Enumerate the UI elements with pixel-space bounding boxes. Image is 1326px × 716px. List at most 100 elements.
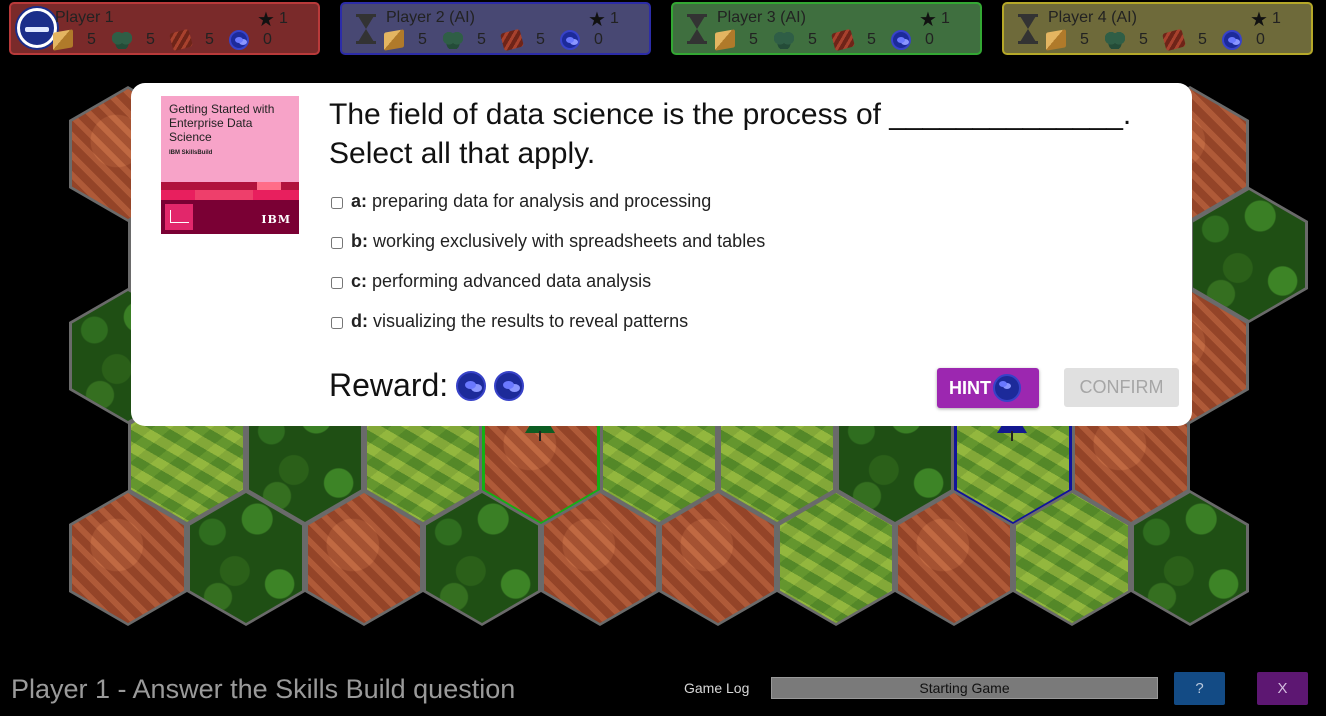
player-avatar: [17, 8, 57, 48]
option-d-checkbox[interactable]: [331, 317, 343, 329]
player-score: 1: [941, 10, 950, 27]
resource-count: 5: [1080, 31, 1089, 48]
resource-count: 5: [808, 31, 817, 48]
box-icon: [384, 29, 404, 51]
resource-coin: 0: [560, 28, 603, 52]
option-a[interactable]: a: preparing data for analysis and proce…: [331, 189, 711, 213]
resource-count: 5: [205, 31, 214, 48]
option-d[interactable]: d: visualizing the results to reveal pat…: [331, 309, 688, 333]
resource-trees: 5: [1105, 28, 1148, 52]
player-name: Player 4 (AI): [1048, 9, 1137, 26]
resource-trees: 5: [774, 28, 817, 52]
resource-count: 0: [594, 31, 603, 48]
trees-icon: [774, 31, 794, 49]
player-score: 1: [1272, 10, 1281, 27]
ibm-logo: IBM: [261, 213, 291, 226]
course-badge-title: Getting Started with Enterprise Data Sci…: [169, 102, 275, 144]
player-panel-1: Player 1 ★ 1 5 5 5 0: [9, 2, 320, 55]
resource-logs: 5: [1162, 28, 1207, 52]
resource-count: 0: [263, 31, 272, 48]
option-c[interactable]: c: performing advanced data analysis: [331, 269, 651, 293]
question-dialog: Getting Started with Enterprise Data Sci…: [131, 83, 1192, 426]
player-name: Player 2 (AI): [386, 9, 475, 26]
reward-label: Reward:: [329, 367, 449, 403]
option-c-checkbox[interactable]: [331, 277, 343, 289]
option-text: working exclusively with spreadsheets an…: [373, 230, 766, 251]
game-stage: Player 1 ★ 1 5 5 5 0 Player 2 (AI) ★ 1 5 5 5 0 Player …: [0, 0, 1326, 716]
player-panel-4: Player 4 (AI) ★ 1 5 5 5 0: [1002, 2, 1313, 55]
hourglass-icon: [687, 14, 707, 44]
course-badge: Getting Started with Enterprise Data Sci…: [161, 96, 299, 234]
resource-count: 5: [418, 31, 427, 48]
trees-icon: [1105, 31, 1125, 49]
player-name: Player 1: [55, 9, 114, 26]
resource-count: 5: [477, 31, 486, 48]
chart-icon: [165, 204, 193, 230]
resource-logs: 5: [169, 28, 214, 52]
logs-icon: [500, 28, 524, 52]
resource-count: 5: [867, 31, 876, 48]
coin-icon: [494, 370, 525, 401]
resource-count: 5: [146, 31, 155, 48]
box-icon: [1046, 29, 1066, 51]
option-b[interactable]: b: working exclusively with spreadsheets…: [331, 229, 765, 253]
status-message: Player 1 - Answer the Skills Build quest…: [11, 674, 516, 704]
player-panel-2: Player 2 (AI) ★ 1 5 5 5 0: [340, 2, 651, 55]
player-name: Player 3 (AI): [717, 9, 806, 26]
resource-count: 5: [536, 31, 545, 48]
box-icon: [53, 29, 73, 51]
resource-box: 5: [53, 28, 96, 52]
logs-icon: [169, 28, 193, 52]
confirm-button[interactable]: CONFIRM: [1064, 368, 1179, 407]
resource-count: 0: [925, 31, 934, 48]
logs-icon: [831, 28, 855, 52]
resource-count: 5: [1139, 31, 1148, 48]
resource-logs: 5: [500, 28, 545, 52]
resource-trees: 5: [112, 28, 155, 52]
resource-box: 5: [384, 28, 427, 52]
resource-coin: 0: [891, 28, 934, 52]
reward: Reward:: [329, 367, 532, 404]
box-icon: [715, 29, 735, 51]
resource-count: 5: [1198, 31, 1207, 48]
option-b-checkbox[interactable]: [331, 237, 343, 249]
option-key: c:: [351, 270, 368, 291]
resource-trees: 5: [443, 28, 486, 52]
logs-icon: [1162, 28, 1186, 52]
resource-count: 5: [749, 31, 758, 48]
hint-label: HINT: [949, 377, 991, 398]
coin-icon: [1222, 30, 1242, 50]
trees-icon: [443, 31, 463, 49]
course-badge-brand: IBM SkillsBuild: [169, 150, 213, 156]
hint-button[interactable]: HINT: [937, 368, 1039, 408]
coin-icon: [229, 30, 249, 50]
option-a-checkbox[interactable]: [331, 197, 343, 209]
option-text: performing advanced data analysis: [372, 270, 652, 291]
badge-stripe: [257, 182, 281, 190]
player-panel-3: Player 3 (AI) ★ 1 5 5 5 0: [671, 2, 982, 55]
game-log[interactable]: Starting Game: [771, 677, 1158, 699]
hourglass-icon: [356, 14, 376, 44]
option-key: a:: [351, 190, 368, 211]
option-text: preparing data for analysis and processi…: [372, 190, 712, 211]
coin-icon: [891, 30, 911, 50]
resource-count: 5: [87, 31, 96, 48]
coin-icon: [456, 370, 487, 401]
option-text: visualizing the results to reveal patter…: [373, 310, 689, 331]
resource-box: 5: [1046, 28, 1089, 52]
resource-box: 5: [715, 28, 758, 52]
hourglass-icon: [1018, 14, 1038, 44]
question-text: The field of data science is the process…: [329, 98, 1132, 170]
coin-icon: [993, 374, 1021, 402]
coin-icon: [560, 30, 580, 50]
resource-count: 0: [1256, 31, 1265, 48]
trees-icon: [112, 31, 132, 49]
resource-coin: 0: [1222, 28, 1265, 52]
player-score: 1: [279, 10, 288, 27]
option-key: d:: [351, 310, 368, 331]
resource-coin: 0: [229, 28, 272, 52]
resource-logs: 5: [831, 28, 876, 52]
badge-stripe: [195, 190, 253, 200]
close-button[interactable]: X: [1257, 672, 1308, 705]
help-button[interactable]: ?: [1174, 672, 1225, 705]
